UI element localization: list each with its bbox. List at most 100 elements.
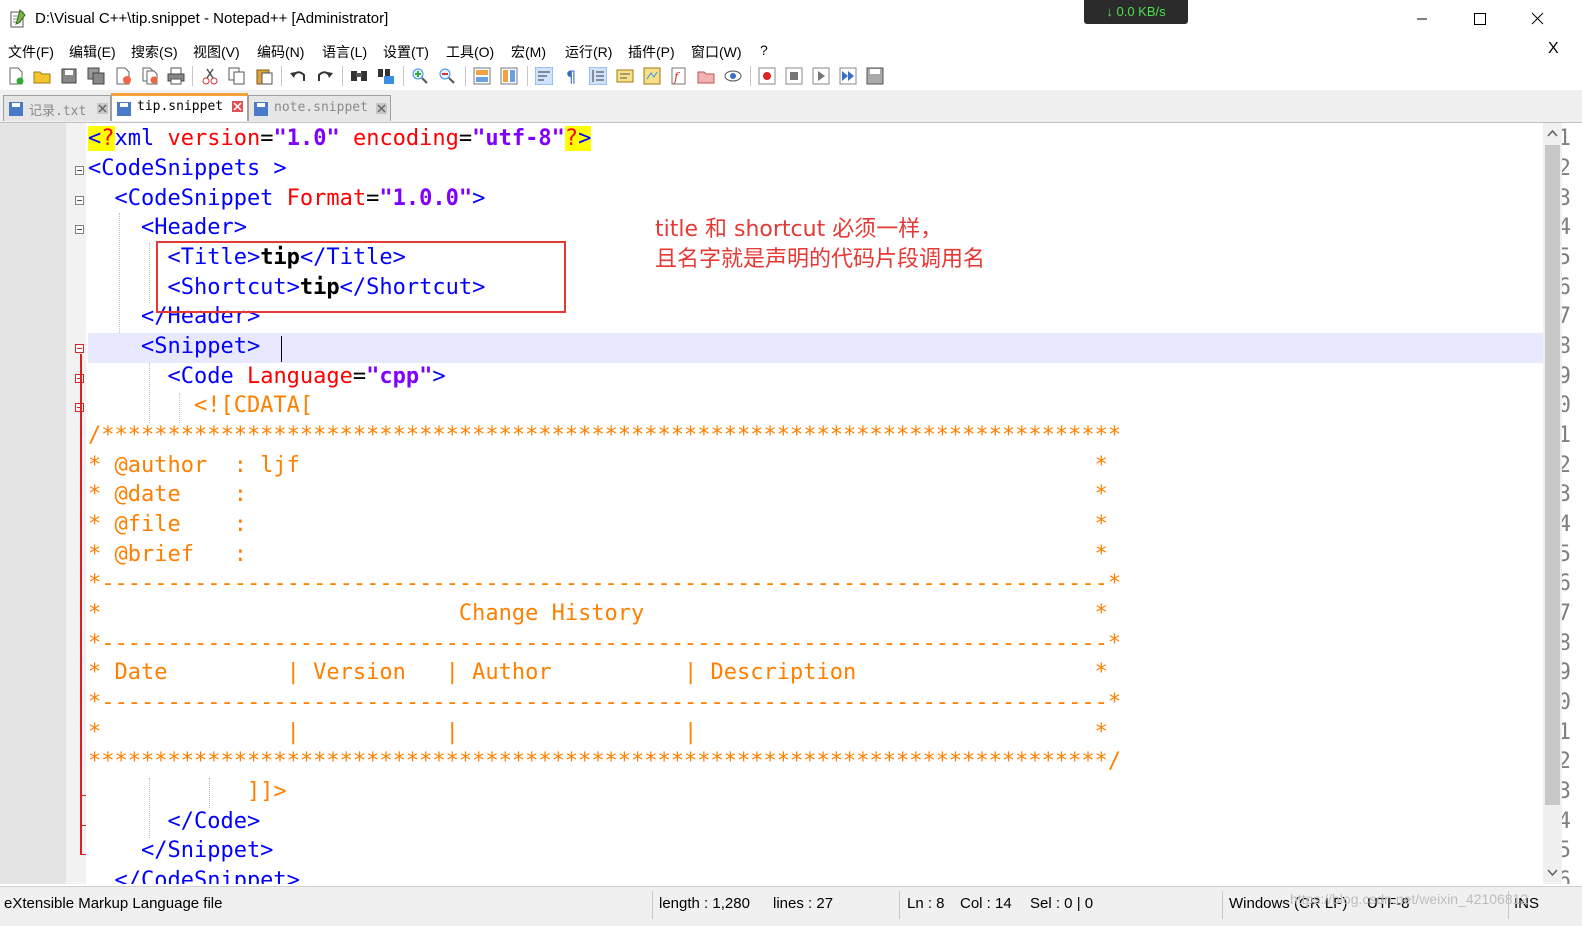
stop-macro-icon[interactable] xyxy=(785,67,803,85)
find-icon[interactable] xyxy=(350,67,368,85)
menu-view[interactable]: 视图(V) xyxy=(193,42,240,62)
menu-plugins[interactable]: 插件(P) xyxy=(628,42,675,62)
token: ? xyxy=(564,126,579,151)
status-selection: Sel : 0 | 0 xyxy=(1030,895,1094,912)
tab-label: 记录.txt xyxy=(29,104,87,119)
window-title: D:\Visual C++\tip.snippet - Notepad++ [A… xyxy=(35,10,389,27)
save-macro-icon[interactable] xyxy=(866,67,884,85)
code-line-12: * @author : ljf * xyxy=(88,453,1108,478)
code-line-21: * | | | * xyxy=(88,720,1108,745)
menu-bar: 文件(F) 编辑(E) 搜索(S) 视图(V) 编码(N) 语言(L) 设置(T… xyxy=(0,38,1582,62)
code-line-8: <Snippet> xyxy=(88,334,261,359)
scroll-up-icon[interactable] xyxy=(1543,123,1562,143)
token: encoding xyxy=(339,126,459,151)
fold-toggle-icon[interactable] xyxy=(75,344,84,353)
monitoring-icon[interactable] xyxy=(724,67,742,85)
menu-language[interactable]: 语言(L) xyxy=(322,42,367,62)
toolbar-separator xyxy=(342,66,343,86)
close-all-icon[interactable] xyxy=(141,67,159,85)
token: > xyxy=(472,186,486,211)
scrollbar-thumb[interactable] xyxy=(1545,145,1560,805)
tab-note-snippet[interactable]: note.snippet xyxy=(248,95,391,121)
save-all-icon[interactable] xyxy=(87,67,105,85)
cut-icon[interactable] xyxy=(201,67,219,85)
fold-end-tick xyxy=(80,825,86,826)
menu-tools[interactable]: 工具(O) xyxy=(446,42,494,62)
tab-close-icon[interactable] xyxy=(97,103,108,114)
code-line-3: <CodeSnippet Format="1.0.0"> xyxy=(88,186,485,211)
code-editor[interactable]: 1 2 3 4 5 6 7 8 9 10 11 12 13 14 15 16 1… xyxy=(0,123,1582,884)
tab-label: tip.snippet xyxy=(137,99,224,114)
run-macro-multiple-icon[interactable] xyxy=(839,67,857,85)
token: > xyxy=(432,364,446,389)
fold-toggle-icon[interactable] xyxy=(75,166,84,175)
folder-workspace-icon[interactable] xyxy=(697,67,715,85)
token: version xyxy=(154,126,261,151)
code-line-15: * @brief : * xyxy=(88,542,1108,567)
show-all-chars-icon[interactable]: ¶ xyxy=(562,67,580,85)
redo-icon[interactable] xyxy=(316,67,334,85)
function-list-icon[interactable]: f xyxy=(670,67,688,85)
toolbar-separator xyxy=(281,66,282,86)
code-line-25: </Snippet> xyxy=(88,838,274,863)
status-file-type: eXtensible Markup Language file xyxy=(4,895,223,912)
paste-icon[interactable] xyxy=(255,67,273,85)
code-line-23: ]]> xyxy=(88,779,287,804)
zoom-in-icon[interactable] xyxy=(411,67,429,85)
maximize-button[interactable] xyxy=(1451,0,1509,38)
fold-toggle-icon[interactable] xyxy=(75,196,84,205)
close-window-button[interactable] xyxy=(1509,0,1567,38)
code-line-19: * Date | Version | Author | Description … xyxy=(88,660,1108,685)
saved-file-icon xyxy=(117,102,131,116)
zoom-out-icon[interactable] xyxy=(438,67,456,85)
menu-settings[interactable]: 设置(T) xyxy=(383,42,429,62)
menu-search[interactable]: 搜索(S) xyxy=(131,42,178,62)
sync-vertical-icon[interactable] xyxy=(473,67,491,85)
fold-margin[interactable] xyxy=(66,123,86,884)
new-file-icon[interactable] xyxy=(7,67,25,85)
code-line-14: * @file : * xyxy=(88,512,1108,537)
menu-window[interactable]: 窗口(W) xyxy=(691,42,742,62)
word-wrap-icon[interactable] xyxy=(535,67,553,85)
indent-guide-icon[interactable] xyxy=(589,67,607,85)
tab-label: note.snippet xyxy=(274,100,368,115)
play-macro-icon[interactable] xyxy=(812,67,830,85)
close-file-icon[interactable] xyxy=(114,67,132,85)
menu-macro[interactable]: 宏(M) xyxy=(511,42,546,62)
close-document-button[interactable]: X xyxy=(1548,40,1559,58)
tab-tip-snippet[interactable]: tip.snippet xyxy=(111,93,248,121)
code-line-24: </Code> xyxy=(88,809,261,834)
record-macro-icon[interactable] xyxy=(758,67,776,85)
menu-help[interactable]: ? xyxy=(760,42,768,58)
menu-file[interactable]: 文件(F) xyxy=(8,42,54,62)
token: "utf-8" xyxy=(472,126,565,151)
saved-file-icon xyxy=(254,102,268,116)
print-icon[interactable] xyxy=(167,67,185,85)
token: <Code xyxy=(88,364,234,389)
current-line-highlight xyxy=(88,333,1544,363)
code-line-18: *---------------------------------------… xyxy=(88,631,1122,656)
menu-edit[interactable]: 编辑(E) xyxy=(69,42,116,62)
tab-close-icon[interactable] xyxy=(232,101,243,112)
save-icon[interactable] xyxy=(60,67,78,85)
token: = xyxy=(352,364,367,389)
tab-close-icon[interactable] xyxy=(376,103,387,114)
menu-encoding[interactable]: 编码(N) xyxy=(257,42,304,62)
scroll-down-icon[interactable] xyxy=(1543,863,1562,883)
token: xml xyxy=(114,126,155,151)
copy-icon[interactable] xyxy=(228,67,246,85)
code-line-9: <Code Language="cpp"> xyxy=(88,364,446,389)
toolbar-separator xyxy=(527,66,528,86)
replace-icon[interactable] xyxy=(377,67,395,85)
open-file-icon[interactable] xyxy=(33,67,51,85)
undo-icon[interactable] xyxy=(289,67,307,85)
fold-toggle-icon[interactable] xyxy=(75,225,84,234)
menu-run[interactable]: 运行(R) xyxy=(565,42,612,62)
user-language-icon[interactable] xyxy=(616,67,634,85)
status-separator xyxy=(899,891,900,919)
doc-map-icon[interactable] xyxy=(643,67,661,85)
tab-record-txt[interactable]: 记录.txt xyxy=(3,95,111,121)
sync-horizontal-icon[interactable] xyxy=(500,67,518,85)
status-length: length : 1,280 xyxy=(659,895,750,912)
minimize-button[interactable] xyxy=(1393,0,1451,38)
